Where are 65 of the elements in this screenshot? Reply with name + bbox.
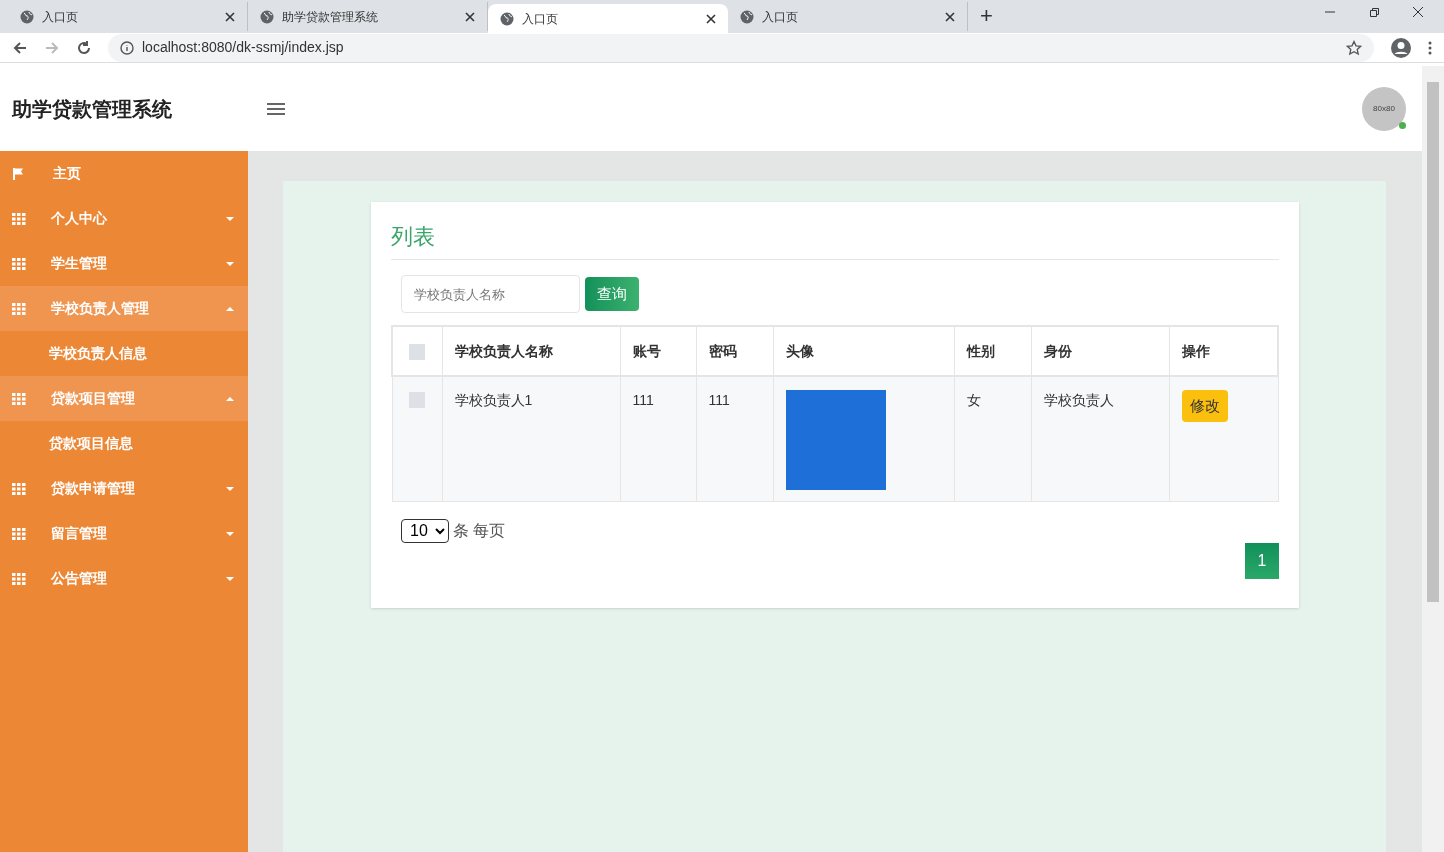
new-tab-button[interactable]: + — [980, 5, 993, 27]
caret-down-icon — [226, 531, 234, 536]
browser-tab[interactable]: 助学贷款管理系统 — [248, 2, 488, 31]
grid-icon — [12, 572, 26, 585]
browser-tab[interactable]: 入口页 — [728, 2, 968, 31]
app-title: 助学贷款管理系统 — [12, 96, 173, 122]
menu-icon[interactable] — [266, 100, 286, 117]
avatar[interactable]: 80x80 — [1362, 86, 1406, 131]
grid-icon — [12, 257, 26, 270]
grid-icon — [12, 302, 26, 315]
caret-down-icon — [226, 216, 234, 221]
caret-up-icon — [226, 396, 234, 401]
sidebar-item[interactable]: 学校负责人管理 — [0, 286, 248, 331]
more-icon[interactable] — [1428, 40, 1432, 55]
sidebar-subitem[interactable]: 学校负责人信息 — [0, 331, 248, 376]
search-field[interactable]: 学校负责人名称 — [401, 275, 580, 313]
account-icon[interactable] — [1390, 36, 1412, 59]
url-text: localhost:8080/dk-ssmj/index.jsp — [142, 38, 344, 57]
globe-icon — [740, 9, 754, 24]
caret-up-icon — [226, 306, 234, 311]
select-all-checkbox[interactable] — [409, 343, 426, 360]
caret-down-icon — [226, 576, 234, 581]
close-icon[interactable] — [465, 11, 475, 22]
sidebar-item[interactable]: 主页 — [0, 151, 248, 196]
caret-down-icon — [226, 486, 234, 491]
restore-icon[interactable] — [1368, 6, 1380, 18]
sidebar-item[interactable]: 个人中心 — [0, 196, 248, 241]
globe-icon — [260, 9, 274, 24]
close-icon[interactable] — [945, 11, 955, 22]
back-icon[interactable] — [12, 39, 28, 56]
grid-icon — [12, 392, 26, 405]
table-cell: 女 — [954, 376, 1031, 501]
flag-icon — [12, 166, 24, 181]
sidebar-item[interactable]: 公告管理 — [0, 556, 248, 601]
edit-button[interactable]: 修改 — [1181, 390, 1228, 422]
sidebar-item[interactable]: 学生管理 — [0, 241, 248, 286]
globe-icon — [20, 9, 34, 24]
sidebar-item[interactable]: 贷款申请管理 — [0, 466, 248, 511]
page-button[interactable]: 1 — [1245, 542, 1279, 579]
close-icon[interactable] — [1412, 6, 1424, 18]
grid-icon — [12, 527, 26, 540]
sidebar-item[interactable]: 贷款项目管理 — [0, 376, 248, 421]
table-cell: 学校负责人 — [1031, 376, 1169, 501]
globe-icon — [500, 11, 514, 26]
close-icon[interactable] — [225, 11, 235, 22]
grid-icon — [12, 482, 26, 495]
browser-tab[interactable]: 入口页 — [488, 4, 728, 33]
table-cell: 学校负责人1 — [442, 376, 620, 501]
table-cell: 111 — [620, 376, 696, 501]
grid-icon — [12, 212, 26, 225]
close-icon[interactable] — [706, 13, 716, 24]
caret-down-icon — [226, 261, 234, 266]
star-icon[interactable] — [1346, 39, 1362, 56]
info-icon — [120, 40, 134, 55]
card-title: 列表 — [391, 220, 1279, 260]
sidebar-item[interactable]: 留言管理 — [0, 511, 248, 556]
sidebar-subitem[interactable]: 贷款项目信息 — [0, 421, 248, 466]
search-button[interactable]: 查询 — [585, 277, 639, 311]
table-cell: 111 — [696, 376, 773, 501]
browser-tab[interactable]: 入口页 — [8, 2, 248, 31]
page-size-label: 条 每页 — [453, 520, 506, 541]
address-bar[interactable]: localhost:8080/dk-ssmj/index.jsp — [108, 33, 1374, 62]
row-checkbox[interactable] — [409, 392, 425, 408]
page-size-select[interactable]: 10 — [401, 518, 449, 543]
reload-icon[interactable] — [76, 39, 92, 56]
